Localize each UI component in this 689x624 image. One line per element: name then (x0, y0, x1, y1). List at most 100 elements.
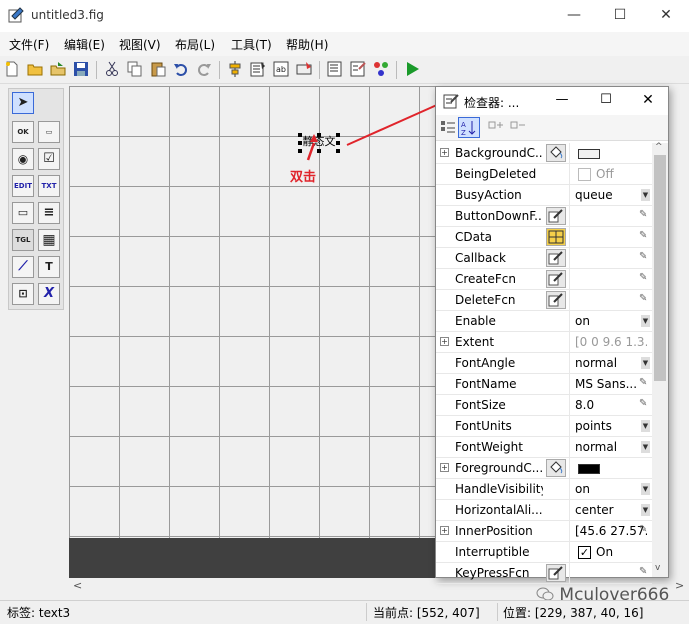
popup-menu-tool-icon[interactable]: ▭ (12, 202, 34, 224)
collapse-all-icon[interactable] (510, 119, 526, 135)
expand-icon[interactable]: + (440, 526, 449, 535)
edit-callback-button[interactable] (546, 249, 566, 267)
dropdown-arrow-icon[interactable]: ▼ (641, 441, 650, 453)
property-checkbox[interactable]: ✓ (578, 546, 591, 559)
edit-pencil-icon[interactable]: ✎ (639, 209, 647, 220)
scroll-down-icon[interactable]: v (655, 563, 660, 573)
categorized-view-icon[interactable] (440, 119, 456, 135)
property-value[interactable]: [45.6 27.57... (575, 524, 647, 538)
property-row[interactable]: HandleVisibility on ▼ (436, 479, 652, 500)
property-value[interactable]: 8.0 (575, 398, 647, 412)
property-value[interactable]: MS Sans... (575, 377, 647, 391)
table-tool-icon[interactable]: ▦ (38, 229, 60, 251)
edit-pencil-icon[interactable]: ✎ (639, 293, 647, 304)
button-group-tool-icon[interactable]: ⊡ (12, 283, 34, 305)
cut-icon[interactable] (104, 61, 120, 77)
property-row[interactable]: + Extent [0 0 9.6 1.3... (436, 332, 652, 353)
axes-tool-icon[interactable]: ⟋ (12, 256, 34, 278)
close-button[interactable]: ✕ (643, 0, 689, 32)
property-row[interactable]: DeleteFcn ✎ (436, 290, 652, 311)
inspector-close-button[interactable]: ✕ (626, 87, 670, 115)
object-browser-icon[interactable] (373, 61, 389, 77)
scroll-up-icon[interactable]: ^ (655, 142, 663, 152)
undo-icon[interactable] (173, 61, 189, 77)
property-row[interactable]: FontName MS Sans... ✎ (436, 374, 652, 395)
edit-pencil-icon[interactable]: ✎ (639, 272, 647, 283)
property-row[interactable]: KeyPressFcn ✎ (436, 563, 652, 584)
menu-view[interactable]: 视图(V) (119, 36, 161, 53)
property-value[interactable]: on (575, 314, 647, 328)
color-swatch[interactable] (578, 149, 600, 159)
property-row[interactable]: CData ✎ (436, 227, 652, 248)
edit-pencil-icon[interactable]: ✎ (639, 524, 647, 535)
menu-tools[interactable]: 工具(T) (231, 36, 272, 53)
toolbar-editor-icon[interactable] (296, 61, 312, 77)
save-icon[interactable] (73, 61, 89, 77)
export-icon[interactable] (50, 61, 66, 77)
color-picker-button[interactable] (546, 459, 566, 477)
property-row[interactable]: FontAngle normal ▼ (436, 353, 652, 374)
copy-icon[interactable] (127, 61, 143, 77)
color-picker-button[interactable] (546, 144, 566, 162)
title-bar[interactable]: untitled3.fig — ☐ ✕ (0, 0, 689, 32)
property-row[interactable]: ButtonDownF... ✎ (436, 206, 652, 227)
inspector-scroll-thumb[interactable] (654, 155, 666, 381)
checkbox-tool-icon[interactable]: ☑ (38, 148, 60, 170)
open-folder-icon[interactable] (27, 61, 43, 77)
edit-pencil-icon[interactable]: ✎ (639, 398, 647, 409)
property-value[interactable]: center (575, 503, 647, 517)
dropdown-arrow-icon[interactable]: ▼ (641, 315, 650, 327)
menu-editor-icon[interactable] (250, 61, 266, 77)
dropdown-arrow-icon[interactable]: ▼ (641, 420, 650, 432)
sort-alpha-button[interactable]: AZ (458, 117, 480, 138)
expand-icon[interactable]: + (440, 463, 449, 472)
static-text-tool-icon[interactable]: TXT (38, 175, 60, 197)
property-row[interactable]: + BackgroundC... (436, 143, 652, 164)
expand-icon[interactable]: + (440, 337, 449, 346)
edit-callback-button[interactable] (546, 291, 566, 309)
property-value[interactable]: [0 0 9.6 1.3... (575, 335, 647, 349)
property-value[interactable]: on (575, 482, 647, 496)
property-row[interactable]: BusyAction queue ▼ (436, 185, 652, 206)
scroll-left-icon[interactable]: < (73, 579, 82, 592)
edit-callback-button[interactable] (546, 270, 566, 288)
property-row[interactable]: Interruptible ✓ On (436, 542, 652, 563)
cdata-editor-button[interactable] (546, 228, 566, 246)
edit-callback-button[interactable] (546, 207, 566, 225)
property-row[interactable]: BeingDeleted Off (436, 164, 652, 185)
property-checkbox[interactable] (578, 168, 591, 181)
minimize-button[interactable]: — (551, 0, 597, 32)
dropdown-arrow-icon[interactable]: ▼ (641, 483, 650, 495)
property-value[interactable]: normal (575, 440, 647, 454)
toggle-button-tool-icon[interactable]: TGL (12, 229, 34, 251)
edit-callback-button[interactable] (546, 564, 566, 582)
inspector-title-bar[interactable]: 检查器: ... — ☐ ✕ (436, 87, 668, 115)
redo-icon[interactable] (196, 61, 212, 77)
property-row[interactable]: FontWeight normal ▼ (436, 437, 652, 458)
dropdown-arrow-icon[interactable]: ▼ (641, 504, 650, 516)
menu-help[interactable]: 帮助(H) (286, 36, 328, 53)
property-inspector-icon[interactable] (350, 61, 366, 77)
run-icon[interactable] (404, 61, 420, 77)
edit-text-tool-icon[interactable]: EDIT (12, 175, 34, 197)
editor-icon[interactable] (327, 61, 343, 77)
tab-order-icon[interactable]: ab (273, 61, 289, 77)
maximize-button[interactable]: ☐ (597, 0, 643, 32)
activex-tool-icon[interactable]: X (38, 283, 60, 305)
property-row[interactable]: Enable on ▼ (436, 311, 652, 332)
color-swatch[interactable] (578, 464, 600, 474)
inspector-minimize-button[interactable]: — (540, 87, 584, 115)
property-value[interactable]: queue (575, 188, 647, 202)
property-row[interactable]: HorizontalAli... center ▼ (436, 500, 652, 521)
property-row[interactable]: Callback ✎ (436, 248, 652, 269)
property-row[interactable]: CreateFcn ✎ (436, 269, 652, 290)
edit-pencil-icon[interactable]: ✎ (639, 566, 647, 577)
align-objects-icon[interactable] (227, 61, 243, 77)
expand-icon[interactable]: + (440, 148, 449, 157)
edit-pencil-icon[interactable]: ✎ (639, 251, 647, 262)
dropdown-arrow-icon[interactable]: ▼ (641, 189, 650, 201)
panel-tool-icon[interactable]: T (38, 256, 60, 278)
push-button-tool-icon[interactable]: OK (12, 121, 34, 143)
menu-edit[interactable]: 编辑(E) (64, 36, 105, 53)
property-row[interactable]: FontSize 8.0 ✎ (436, 395, 652, 416)
